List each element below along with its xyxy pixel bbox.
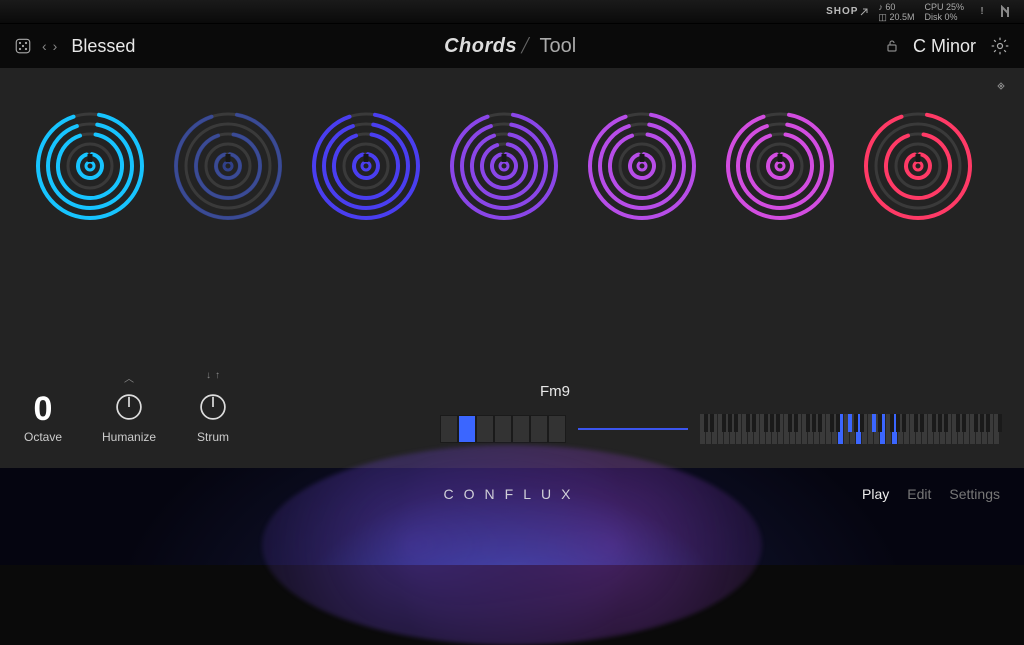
humanize-label: Humanize	[102, 430, 156, 444]
black-key[interactable]	[788, 414, 792, 432]
ni-logo-icon[interactable]	[1000, 5, 1018, 19]
black-key[interactable]	[746, 414, 750, 432]
chord-ring-5[interactable]	[582, 106, 702, 226]
black-key[interactable]	[770, 414, 774, 432]
humanize-control[interactable]: ︿ Humanize	[102, 370, 156, 444]
chord-pad[interactable]	[512, 415, 530, 443]
footer-tab-play[interactable]: Play	[862, 486, 889, 502]
black-key[interactable]	[710, 414, 714, 432]
alert-icon[interactable]: !	[974, 4, 990, 20]
black-key[interactable]	[998, 414, 1002, 432]
chord-pad[interactable]	[494, 415, 512, 443]
chord-ring-6[interactable]	[720, 106, 840, 226]
arrow-up-icon: ↑	[215, 370, 220, 384]
black-key[interactable]	[794, 414, 798, 432]
chord-ring-2[interactable]	[168, 106, 288, 226]
black-key[interactable]	[848, 414, 852, 432]
external-link-icon	[860, 8, 868, 16]
connector-line	[578, 428, 688, 430]
chord-ring-3[interactable]	[306, 106, 426, 226]
black-key[interactable]	[752, 414, 756, 432]
preset-prev-button[interactable]: ‹	[42, 38, 47, 54]
black-key[interactable]	[902, 414, 906, 432]
black-key[interactable]	[878, 414, 882, 432]
preset-next-button[interactable]: ›	[53, 38, 58, 54]
strum-knob[interactable]	[196, 390, 230, 424]
chord-pads[interactable]	[440, 415, 566, 443]
humanize-knob[interactable]	[112, 390, 146, 424]
strum-label: Strum	[197, 430, 229, 444]
black-key[interactable]	[830, 414, 834, 432]
cpu-disk-stats: CPU 25% Disk 0%	[924, 2, 964, 22]
black-key[interactable]	[728, 414, 732, 432]
chord-pad[interactable]	[476, 415, 494, 443]
black-key[interactable]	[974, 414, 978, 432]
chord-pad[interactable]	[440, 415, 458, 443]
footer-tab-edit[interactable]: Edit	[907, 486, 931, 502]
octave-value: 0	[34, 394, 53, 424]
chord-pad[interactable]	[548, 415, 566, 443]
octave-label: Octave	[24, 430, 62, 444]
app-title: Chords ╱ Tool	[444, 35, 576, 58]
chord-pad[interactable]	[458, 415, 476, 443]
black-key[interactable]	[806, 414, 810, 432]
tempo-voices-stats: ♪ 60 ◫ 20.5M	[878, 2, 914, 22]
black-key[interactable]	[914, 414, 918, 432]
conflux-logo: CONFLUX	[444, 486, 581, 502]
black-key[interactable]	[986, 414, 990, 432]
chord-pad[interactable]	[530, 415, 548, 443]
shop-button[interactable]: SHOP	[826, 6, 868, 17]
black-key[interactable]	[812, 414, 816, 432]
dice-icon[interactable]	[14, 37, 32, 55]
octave-control[interactable]: 0 Octave	[24, 374, 62, 444]
black-key[interactable]	[920, 414, 924, 432]
chord-name: Fm9	[540, 383, 1004, 400]
black-key[interactable]	[962, 414, 966, 432]
black-key[interactable]	[860, 414, 864, 432]
strum-control[interactable]: ↓ ↑ Strum	[196, 370, 230, 444]
black-key[interactable]	[722, 414, 726, 432]
black-key[interactable]	[944, 414, 948, 432]
chord-ring-1[interactable]	[30, 106, 150, 226]
black-key[interactable]	[764, 414, 768, 432]
arrow-down-icon: ↓	[206, 370, 211, 384]
chevron-up-icon: ︿	[124, 370, 134, 384]
black-key[interactable]	[932, 414, 936, 432]
chord-ring-7[interactable]	[858, 106, 978, 226]
black-key[interactable]	[938, 414, 942, 432]
preset-name[interactable]: Blessed	[71, 36, 135, 57]
footer-tab-settings[interactable]: Settings	[949, 486, 1000, 502]
piano-keyboard[interactable]	[700, 414, 1000, 444]
black-key[interactable]	[980, 414, 984, 432]
shop-label: SHOP	[826, 6, 858, 17]
black-key[interactable]	[818, 414, 822, 432]
lock-icon[interactable]	[885, 39, 899, 53]
key-select[interactable]: C Minor	[913, 36, 976, 57]
black-key[interactable]	[896, 414, 900, 432]
black-key[interactable]	[872, 414, 876, 432]
glow-visual	[262, 445, 762, 645]
black-key[interactable]	[836, 414, 840, 432]
black-key[interactable]	[776, 414, 780, 432]
gear-icon[interactable]	[990, 36, 1010, 56]
black-key[interactable]	[890, 414, 894, 432]
black-key[interactable]	[704, 414, 708, 432]
black-key[interactable]	[956, 414, 960, 432]
black-key[interactable]	[854, 414, 858, 432]
chord-ring-4[interactable]	[444, 106, 564, 226]
black-key[interactable]	[734, 414, 738, 432]
